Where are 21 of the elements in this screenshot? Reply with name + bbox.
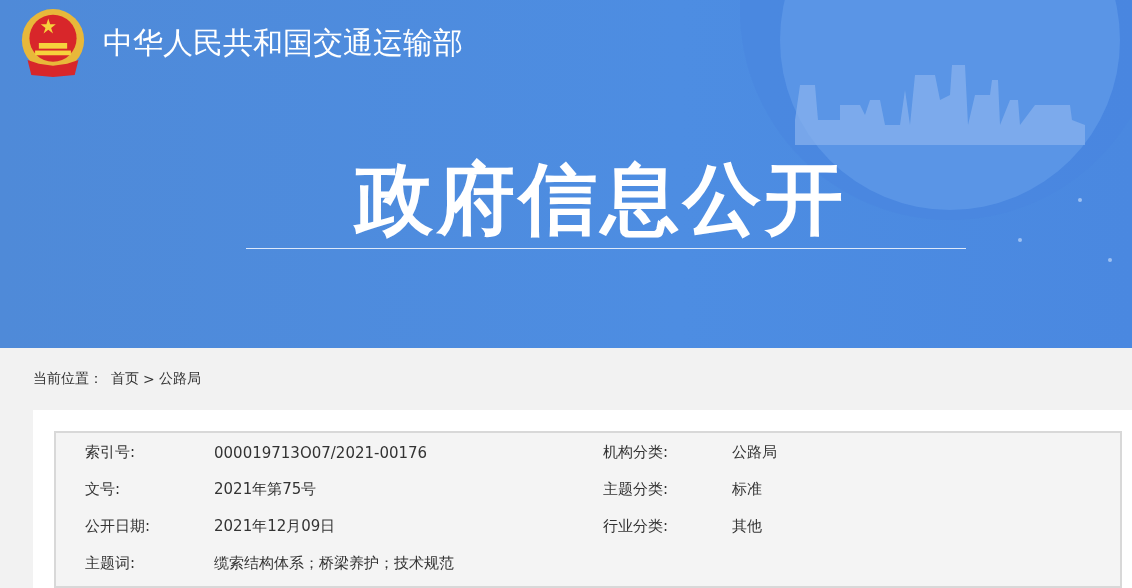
banner-title: 政府信息公开 <box>352 154 848 244</box>
field-label: 索引号: <box>85 443 136 462</box>
field-label: 公开日期: <box>85 517 151 536</box>
breadcrumb-label: 当前位置： <box>33 370 103 388</box>
breadcrumb-link[interactable]: 公路局 <box>158 370 201 388</box>
field-value: 公路局 <box>732 443 777 462</box>
field-value: 000019713O07/2021-00176 <box>214 443 428 462</box>
field-label: 机构分类: <box>603 443 669 462</box>
breadcrumb-link[interactable]: 首页 <box>111 370 139 388</box>
field-value: 缆索结构体系；桥梁养护；技术规范 <box>214 554 454 573</box>
field-label: 文号: <box>85 480 121 499</box>
field-value: 2021年12月09日 <box>214 517 336 536</box>
field-label: 行业分类: <box>603 517 669 536</box>
field-label: 主题词: <box>85 554 136 573</box>
field-value: 标准 <box>732 480 762 499</box>
site-title: 中华人民共和国交通运输部 <box>103 23 463 62</box>
field-value: 其他 <box>732 517 762 536</box>
breadcrumb-separator: > <box>143 371 155 387</box>
field-label: 主题分类: <box>603 480 669 499</box>
emblem-icon <box>20 6 86 80</box>
field-value: 2021年第75号 <box>214 480 317 499</box>
